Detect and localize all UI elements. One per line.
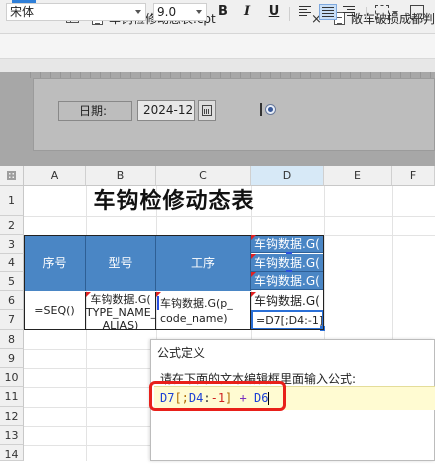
expand-marker-icon bbox=[251, 235, 256, 240]
font-size-value: 9.0 bbox=[157, 5, 177, 19]
table-border bbox=[24, 235, 324, 330]
column-header-a[interactable]: A bbox=[24, 166, 86, 186]
column-header-b[interactable]: B bbox=[86, 166, 156, 186]
parameter-pane-header bbox=[0, 59, 435, 72]
toolbar-divider bbox=[289, 7, 290, 21]
font-size-select[interactable]: 9.0 bbox=[153, 3, 207, 21]
row-header[interactable]: 6 bbox=[0, 291, 24, 310]
format-toolbar bbox=[0, 34, 435, 59]
row-header[interactable]: 4 bbox=[0, 254, 24, 272]
select-all-corner[interactable] bbox=[0, 166, 24, 186]
column-header-f[interactable]: F bbox=[392, 166, 435, 186]
row-header[interactable]: 13 bbox=[0, 426, 24, 445]
row-header[interactable]: 10 bbox=[0, 368, 24, 387]
expand-marker-icon bbox=[251, 292, 256, 297]
expand-right-arrow-icon bbox=[286, 270, 292, 272]
report-title[interactable]: 车钩检修动态表 bbox=[24, 186, 324, 216]
align-right-icon[interactable] bbox=[341, 4, 359, 20]
align-center-icon[interactable] bbox=[319, 4, 337, 20]
expand-down-arrow-icon bbox=[157, 296, 159, 310]
row-header[interactable]: 14 bbox=[0, 445, 24, 461]
row-header[interactable]: 2 bbox=[0, 216, 24, 235]
expand-marker-icon bbox=[86, 292, 91, 297]
underline-button[interactable]: U bbox=[264, 3, 284, 21]
dialog-title: 公式定义 bbox=[157, 346, 206, 360]
column-header-c[interactable]: C bbox=[156, 166, 251, 186]
row-header[interactable]: 8 bbox=[0, 330, 24, 349]
chevron-down-icon bbox=[135, 10, 141, 14]
expand-right-arrow-icon bbox=[286, 252, 292, 254]
expand-marker-icon bbox=[251, 254, 256, 259]
chevron-down-icon[interactable] bbox=[392, 11, 398, 15]
column-header-e[interactable]: E bbox=[324, 166, 392, 186]
row-header[interactable]: 11 bbox=[0, 387, 24, 407]
bold-button[interactable]: B bbox=[213, 3, 233, 21]
align-left-icon[interactable] bbox=[297, 4, 315, 20]
row-header[interactable]: 12 bbox=[0, 407, 24, 426]
highlight-annotation bbox=[149, 381, 286, 411]
italic-button[interactable]: I bbox=[237, 3, 257, 21]
row-header[interactable]: 5 bbox=[0, 272, 24, 291]
font-name-select[interactable]: 宋体 bbox=[6, 3, 146, 21]
text-cursor-icon bbox=[260, 103, 262, 116]
row-header[interactable]: 7 bbox=[0, 310, 24, 330]
font-name-value: 宋体 bbox=[10, 5, 35, 19]
chevron-down-icon bbox=[196, 10, 202, 14]
row-header[interactable]: 1 bbox=[0, 186, 24, 216]
merge-cells-icon[interactable] bbox=[410, 5, 424, 19]
toolbar-divider bbox=[366, 7, 367, 21]
date-input[interactable]: 2024-12 bbox=[137, 100, 195, 121]
column-header-d[interactable]: D bbox=[251, 166, 324, 186]
calendar-icon[interactable] bbox=[198, 100, 216, 121]
row-header[interactable]: 3 bbox=[0, 235, 24, 254]
date-label: 日期: bbox=[58, 101, 132, 121]
row-header[interactable]: 9 bbox=[0, 349, 24, 368]
radio-icon[interactable] bbox=[265, 104, 276, 115]
expand-marker-icon bbox=[251, 272, 256, 277]
border-icon[interactable] bbox=[375, 5, 389, 19]
gridline bbox=[24, 216, 435, 217]
